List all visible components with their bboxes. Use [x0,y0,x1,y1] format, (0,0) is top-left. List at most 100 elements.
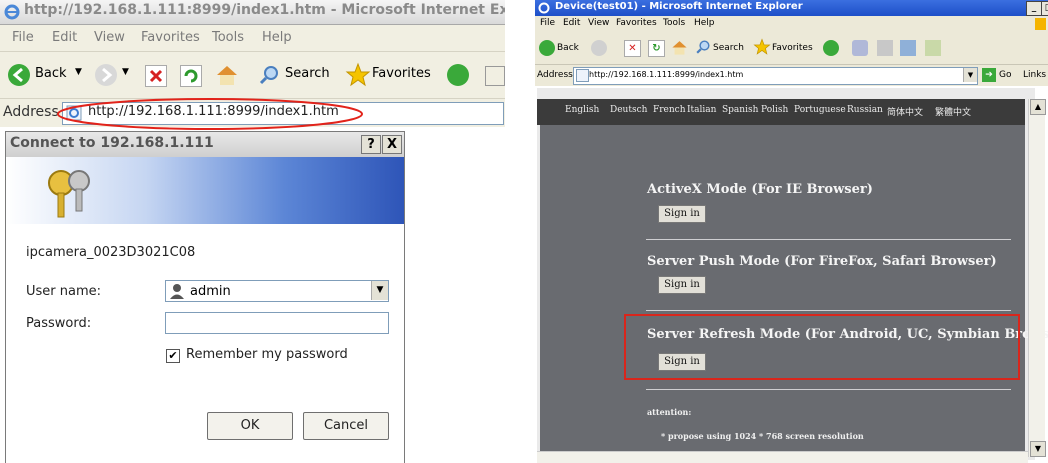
chevron-down-icon[interactable]: ▼ [371,281,388,300]
mode-select-screenshot-panel: Device(test01) - Microsoft Internet Expl… [535,0,1048,463]
stop-icon[interactable]: ✕ [624,40,641,57]
menu-file[interactable]: File [540,18,555,28]
scroll-up-icon[interactable]: ▲ [1030,99,1046,115]
lang-french[interactable]: French [653,105,686,115]
menu-favorites[interactable]: Favorites [141,30,200,45]
links-button[interactable]: Links [1023,70,1046,80]
refresh-icon[interactable] [180,65,202,87]
ie-logo-icon [538,2,550,14]
divider [646,389,1011,390]
history-icon[interactable] [447,64,469,86]
menu-edit[interactable]: Edit [52,30,77,45]
mail-icon[interactable] [852,40,868,56]
favorites-button[interactable]: Favorites [372,66,431,81]
vertical-scrollbar[interactable]: ▲ ▼ [1028,99,1046,457]
lang-traditional-chinese[interactable]: 繁體中文 [935,105,971,118]
menu-tools[interactable]: Tools [212,30,244,45]
minimize-icon[interactable]: _ [1026,1,1042,16]
back-dropdown-icon[interactable]: ▼ [75,67,82,77]
server-name: ipcamera_0023D3021C08 [26,245,196,260]
server-refresh-highlight-box [624,314,1020,380]
mail-icon[interactable] [485,66,505,86]
server-push-mode-title: Server Push Mode (For FireFox, Safari Br… [647,254,997,269]
server-push-sign-in-button[interactable]: Sign in [658,276,706,294]
dialog-banner [6,157,404,224]
lang-portuguese[interactable]: Portuguese [794,105,846,115]
back-icon[interactable] [539,40,555,56]
menu-bar: File Edit View Favorites Tools Help [0,25,505,52]
menu-edit[interactable]: Edit [563,18,580,28]
search-icon[interactable] [695,39,711,55]
lang-russian[interactable]: Russian [847,105,883,115]
search-button[interactable]: Search [285,66,330,81]
window-title: Device(test01) - Microsoft Internet Expl… [555,1,803,12]
cancel-button[interactable]: Cancel [303,412,389,440]
keys-icon [48,170,90,218]
back-button[interactable]: Back [35,66,67,81]
toolbar: Back ✕ ↻ Search Favorites [535,33,1048,65]
ok-button[interactable]: OK [207,412,293,440]
history-icon[interactable] [823,40,839,56]
favorites-star-icon[interactable] [753,38,771,56]
menu-view[interactable]: View [588,18,609,28]
chevron-down-icon[interactable]: ▼ [963,68,977,82]
help-button[interactable]: ? [361,135,381,154]
messenger-icon[interactable] [925,40,941,56]
edit-icon[interactable] [900,40,916,56]
remember-label: Remember my password [186,347,348,362]
windows-flag-icon [1035,18,1046,30]
forward-dropdown-icon[interactable]: ▼ [122,67,129,77]
activex-sign-in-button[interactable]: Sign in [658,205,706,223]
menu-help[interactable]: Help [694,18,715,28]
horizontal-scrollbar[interactable] [537,451,1028,463]
home-icon[interactable] [215,64,239,86]
menu-file[interactable]: File [12,30,34,45]
favorites-button[interactable]: Favorites [772,43,813,53]
remember-checkbox[interactable]: ✔ [166,349,180,363]
forward-icon[interactable] [95,64,117,86]
dialog-close-button[interactable]: X [382,135,402,154]
go-button[interactable]: Go [999,70,1011,80]
menu-help[interactable]: Help [262,30,292,45]
password-label: Password: [26,316,92,331]
print-icon[interactable] [877,40,893,56]
back-button[interactable]: Back [557,43,579,53]
menu-favorites[interactable]: Favorites [616,18,657,28]
search-button[interactable]: Search [713,43,744,53]
dialog-title: Connect to 192.168.1.111 [10,135,214,151]
favorites-star-icon[interactable] [345,62,371,88]
connect-dialog: Connect to 192.168.1.111 ? X ipcamera_00… [5,131,405,463]
mode-content-area [540,125,1025,460]
login-screenshot-panel: http://192.168.1.111:8999/index1.htm - M… [0,0,505,463]
scroll-down-icon[interactable]: ▼ [1030,441,1046,457]
menu-tools[interactable]: Tools [663,18,685,28]
lang-simplified-chinese[interactable]: 简体中文 [887,105,923,118]
forward-icon[interactable] [591,40,607,56]
lang-english[interactable]: English [565,105,599,115]
attention-label: attention: [647,407,692,417]
password-field[interactable] [165,312,389,334]
home-icon[interactable] [671,39,688,56]
dialog-title-bar: Connect to 192.168.1.111 ? X [6,132,404,157]
lang-italian[interactable]: Italian [687,105,716,115]
username-value: admin [190,284,231,299]
stop-icon[interactable] [145,65,167,87]
menu-view[interactable]: View [94,30,125,45]
go-arrow-icon[interactable]: ➔ [982,68,996,82]
search-icon[interactable] [258,64,280,86]
lang-deutsch[interactable]: Deutsch [610,105,647,115]
address-label: Address [3,104,59,120]
refresh-icon[interactable]: ↻ [648,40,665,57]
address-label: Address [537,70,573,80]
attention-note: * propose using 1024 * 768 screen resolu… [661,431,864,441]
lang-spanish[interactable]: Spanish [722,105,758,115]
menu-bar: File Edit View Favorites Tools Help [535,16,1048,34]
window-title: http://192.168.1.111:8999/index1.htm - M… [24,2,505,18]
language-bar: English Deutsch French Italian Spanish P… [537,99,1025,125]
back-icon[interactable] [8,64,30,86]
user-icon [170,284,184,299]
toolbar: Back ▼ ▼ Search Favorites [0,52,505,99]
maximize-icon[interactable]: □ [1041,1,1048,16]
lang-polish[interactable]: Polish [761,105,788,115]
username-combobox[interactable]: admin ▼ [165,280,389,302]
